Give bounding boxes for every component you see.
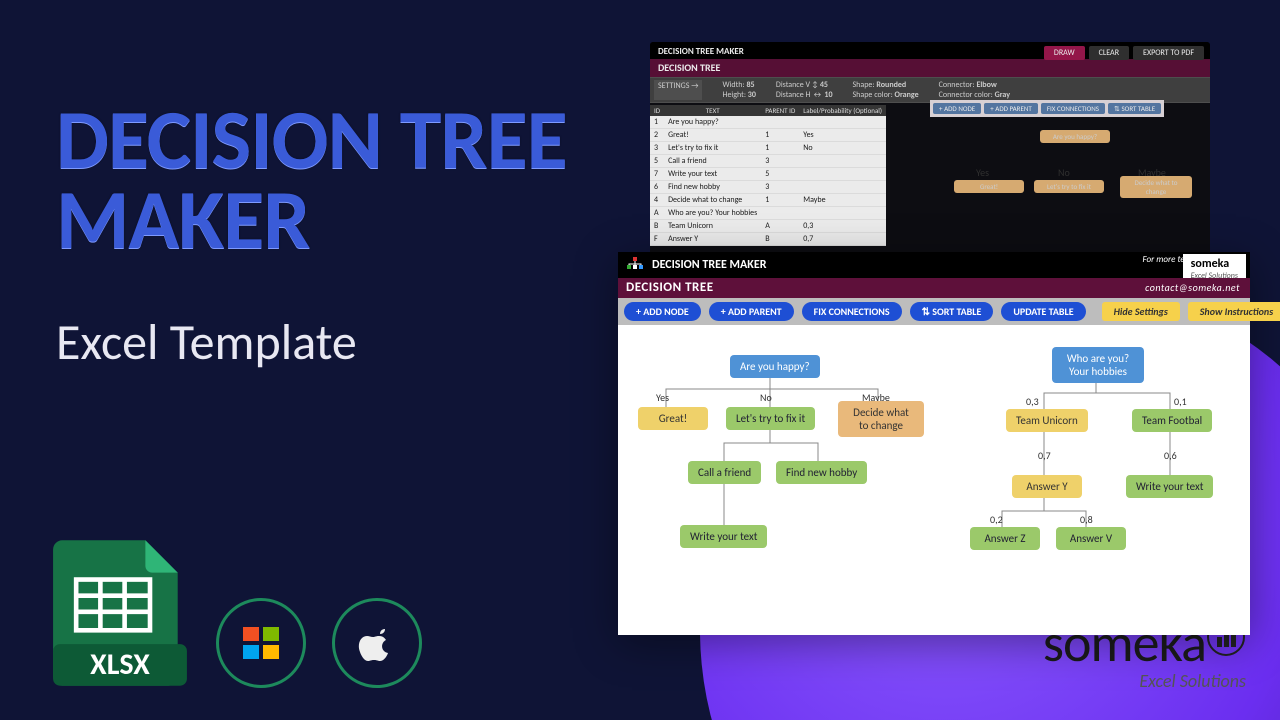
data-table[interactable]: IDTEXTPARENT IDLabel/Probability (Option… <box>650 105 886 246</box>
node-football: Team Footbal <box>1132 409 1212 432</box>
add-node-button[interactable]: + ADD NODE <box>624 302 701 321</box>
node-fix: Let's try to fix it <box>726 407 815 430</box>
table-row[interactable]: 1Are you happy? <box>650 116 886 129</box>
apple-icon <box>332 598 422 688</box>
title-line2: MAKER <box>56 180 567 260</box>
update-table-button[interactable]: UPDATE TABLE <box>1001 302 1085 321</box>
show-instructions-button[interactable]: Show Instructions <box>1188 302 1280 321</box>
xlsx-label: XLSX <box>90 646 150 683</box>
settings-label[interactable]: SETTINGS → <box>654 80 702 100</box>
hide-settings-button[interactable]: Hide Settings <box>1102 302 1180 321</box>
table-row[interactable]: 2Great!1Yes <box>650 129 886 142</box>
table-row[interactable]: BTeam UnicornA0,3 <box>650 220 886 233</box>
platform-icons: XLSX <box>50 538 422 688</box>
table-row[interactable]: AWho are you? Your hobbies <box>650 207 886 220</box>
tree-logo-icon <box>626 256 644 274</box>
sort-table-button[interactable]: ⇅ SORT TABLE <box>1108 103 1161 114</box>
mini-tree: Are you happy? Yes No Maybe Great! Let's… <box>940 124 1200 254</box>
front-app-title: DECISION TREE MAKER <box>652 258 766 272</box>
add-node-button[interactable]: + ADD NODE <box>933 103 981 114</box>
front-section-title: DECISION TREE <box>626 280 714 295</box>
table-row[interactable]: 6Find new hobby3 <box>650 181 886 194</box>
edge-06: 0,6 <box>1164 449 1177 462</box>
export-pdf-button[interactable]: EXPORT TO PDF <box>1133 46 1204 60</box>
node-unicorn: Team Unicorn <box>1006 409 1088 432</box>
node-write: Write your text <box>680 525 767 548</box>
table-row[interactable]: FAnswer YB0,7 <box>650 233 886 246</box>
screenshot-back: DECISION TREE MAKER DRAW CLEAR EXPORT TO… <box>650 42 1210 264</box>
node-great: Great! <box>638 407 708 430</box>
button-bar: + ADD NODE + ADD PARENT FIX CONNECTIONS … <box>618 298 1250 325</box>
xlsx-icon: XLSX <box>50 538 190 688</box>
node-hobby: Find new hobby <box>776 461 867 484</box>
node-decide: Decide what to change <box>838 401 924 437</box>
node-q1: Are you happy? <box>730 355 820 378</box>
table-row[interactable]: 4Decide what to change1Maybe <box>650 194 886 207</box>
edge-02: 0,2 <box>990 513 1003 526</box>
tree-canvas: Are you happy? Yes No Maybe Great! Let's… <box>618 325 1250 635</box>
back-app-title: DECISION TREE MAKER <box>658 46 744 57</box>
table-row[interactable]: 7Write your text5 <box>650 168 886 181</box>
node-write2: Write your text <box>1126 475 1213 498</box>
screenshot-front: DECISION TREE MAKER For more templates, … <box>618 252 1250 632</box>
hero: DECISION TREE MAKER Excel Template <box>56 100 567 373</box>
sort-table-button[interactable]: ⇅ SORT TABLE <box>910 302 994 321</box>
edge-yes: Yes <box>656 391 669 404</box>
fix-conn-button[interactable]: FIX CONNECTIONS <box>1041 103 1105 114</box>
edge-07: 0,7 <box>1038 449 1051 462</box>
node-ansZ: Answer Z <box>970 527 1040 550</box>
node-ansV: Answer V <box>1056 527 1126 550</box>
edge-no: No <box>760 391 772 404</box>
clear-button[interactable]: CLEAR <box>1089 46 1129 60</box>
add-parent-button[interactable]: + ADD PARENT <box>709 302 794 321</box>
node-ansY: Answer Y <box>1012 475 1082 498</box>
subtitle: Excel Template <box>56 312 567 373</box>
add-parent-button[interactable]: + ADD PARENT <box>984 103 1038 114</box>
table-row[interactable]: 3Let's try to fix it1No <box>650 142 886 155</box>
draw-button[interactable]: DRAW <box>1044 46 1085 60</box>
fix-connections-button[interactable]: FIX CONNECTIONS <box>802 302 902 321</box>
contact-email: contact@someka.net <box>1145 278 1240 298</box>
edge-08: 0,8 <box>1080 513 1093 526</box>
node-call: Call a friend <box>688 461 761 484</box>
edge-01: 0,1 <box>1174 395 1187 408</box>
back-section-title: DECISION TREE <box>650 59 1210 77</box>
edge-03: 0,3 <box>1026 395 1039 408</box>
node-q2: Who are you?Your hobbies <box>1052 347 1144 383</box>
windows-icon <box>216 598 306 688</box>
table-row[interactable]: 5Call a friend3 <box>650 155 886 168</box>
